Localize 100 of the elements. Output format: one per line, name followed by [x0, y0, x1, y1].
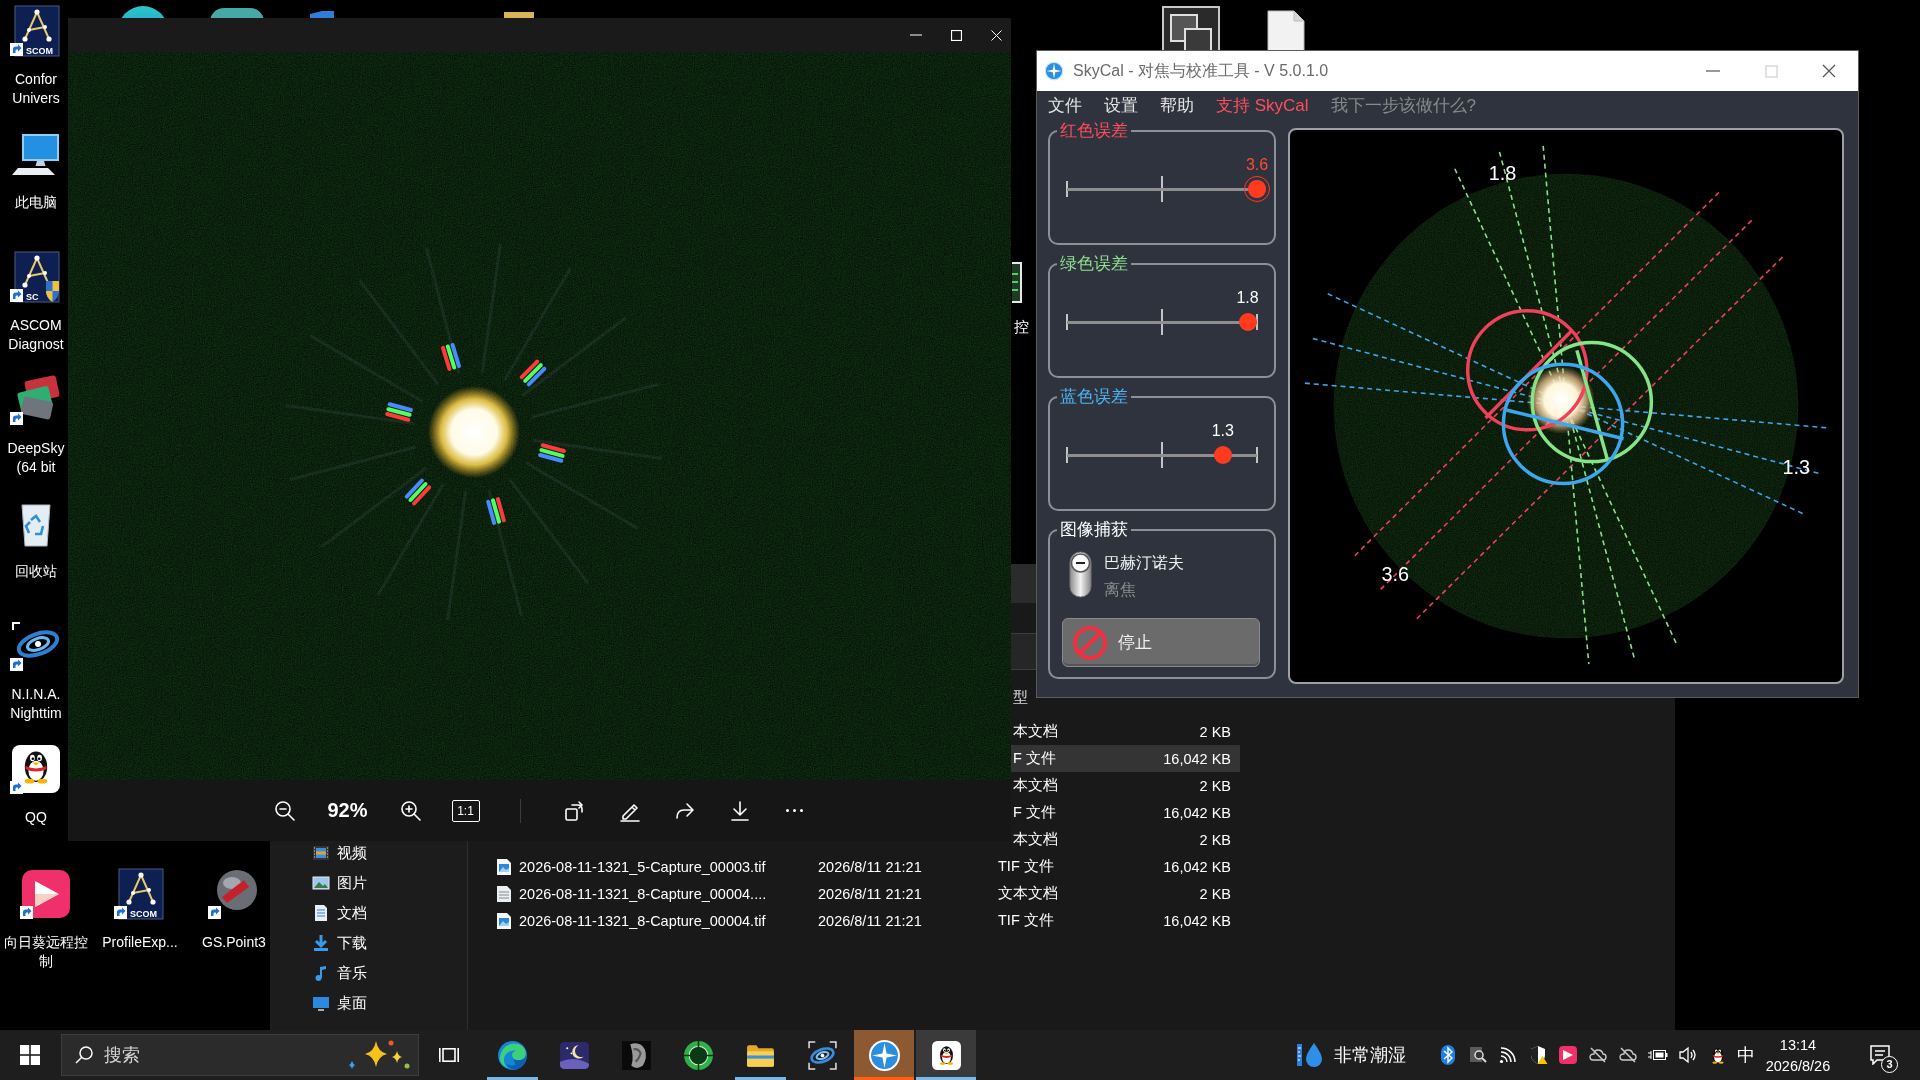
shortcut-arrow-icon	[10, 43, 23, 56]
wifi-icon[interactable]	[1498, 1045, 1518, 1065]
constellation-logo-icon[interactable]	[118, 868, 164, 920]
minimize-icon	[910, 34, 922, 36]
shortcut-arrow-icon	[10, 289, 23, 302]
desktop-icon-label: 回收站	[14, 562, 58, 581]
star-glow	[1527, 366, 1595, 434]
zoom-percentage[interactable]: 92%	[319, 799, 376, 822]
panel-icon[interactable]	[1012, 262, 1022, 303]
file-row[interactable]: 2026-08-11-1321_8-Capture_00004.tif 2026/8/11 21:21 TIF 文件 16,042 KB	[468, 907, 1240, 934]
file-name: 2026-08-11-1321_8-Capture_00004.tif	[519, 912, 767, 929]
input-method-indicator[interactable]: 中	[1733, 1043, 1758, 1067]
toggle-switch[interactable]	[1069, 551, 1092, 598]
panel-title: 红色误差	[1059, 121, 1129, 141]
slider-thumb[interactable]	[1244, 176, 1270, 202]
humidity-icon[interactable]	[1296, 1043, 1322, 1067]
computer-icon[interactable]	[12, 134, 59, 175]
monitor-icon	[312, 994, 330, 1012]
actual-size-button[interactable]: 1:1	[451, 799, 480, 822]
shield-warning-icon[interactable]	[1528, 1045, 1548, 1065]
minimize-icon	[1706, 70, 1720, 72]
menu-item[interactable]: 支持 SkyCal	[1216, 95, 1309, 117]
file-type: F 文件	[1012, 749, 1057, 768]
logo-text: SCOM	[130, 909, 157, 919]
framed-squares-icon[interactable]	[1162, 6, 1220, 50]
shield-icon	[46, 281, 59, 302]
slider-thumb[interactable]	[1238, 313, 1257, 331]
nav-item[interactable]: 图片	[312, 868, 374, 898]
stacked-cards-icon[interactable]	[16, 374, 60, 420]
task-view-icon	[439, 1048, 459, 1062]
window-text: 控	[1014, 317, 1029, 337]
desktop-icon-label: ASCOM Diagnost	[7, 316, 65, 354]
error-value: 1.3	[1782, 455, 1811, 478]
picture-icon	[312, 874, 330, 892]
mode-label: 离焦	[1104, 580, 1137, 600]
document-icon[interactable]	[1266, 10, 1306, 50]
search-input[interactable]: 搜索	[104, 1044, 340, 1066]
file-date: 2026/8/11 21:21	[818, 885, 923, 902]
nav-item[interactable]: 文档	[312, 898, 374, 928]
maximize-icon	[1764, 64, 1778, 78]
magnifier-icon[interactable]	[1468, 1045, 1488, 1065]
mode-label: 巴赫汀诺夫	[1104, 553, 1184, 573]
shortcut-arrow-icon	[20, 906, 33, 919]
shortcut-arrow-icon	[208, 906, 221, 919]
file-row[interactable]: F 文件 16,042 KB	[1011, 745, 1240, 772]
clock-date[interactable]: 2026/8/26	[1765, 1056, 1831, 1075]
nav-item[interactable]: 视频	[312, 838, 374, 868]
globe-icon[interactable]	[217, 870, 257, 910]
galaxy-icon[interactable]	[12, 622, 60, 658]
error-value: 1.8	[1488, 161, 1517, 184]
constellation-logo-icon[interactable]	[14, 5, 60, 57]
play-logo-icon[interactable]	[22, 870, 70, 918]
file-row[interactable]: 本文档 2 KB	[1011, 826, 1240, 853]
file-size: 16,042 KB	[1162, 750, 1231, 767]
cloud-off-icon[interactable]	[1618, 1045, 1638, 1065]
slider-value: 1.3	[1211, 421, 1234, 441]
stop-button[interactable]: 停止	[1062, 618, 1260, 667]
speaker-icon[interactable]	[1678, 1045, 1698, 1065]
recycle-bin-icon[interactable]	[21, 504, 51, 547]
slider-thumb[interactable]	[1213, 446, 1232, 464]
menu-item[interactable]: 我下一步该做什么?	[1330, 95, 1477, 117]
file-row[interactable]: 2026-08-11-1321_5-Capture_00003.tif 2026/8/11 21:21 TIF 文件 16,042 KB	[468, 853, 1240, 880]
file-type: 文本文档	[998, 884, 1059, 903]
weather-text[interactable]: 非常潮湿	[1334, 1043, 1406, 1067]
column-header[interactable]: 型	[1011, 687, 1028, 707]
file-size: 2 KB	[1198, 831, 1231, 848]
nav-item[interactable]: 桌面	[312, 988, 374, 1018]
desktop-icon-label: DeepSky (64 bit	[6, 439, 66, 477]
close-icon	[1822, 64, 1836, 78]
penguin-icon[interactable]	[12, 745, 60, 793]
clock-time[interactable]: 13:14	[1779, 1035, 1817, 1054]
file-row[interactable]: 2026-08-11-1321_8-Capture_00004.... 2026/8/11 21:21 文本文档 2 KB	[468, 880, 1240, 907]
file-row[interactable]: F 文件 16,042 KB	[1011, 799, 1240, 826]
slider-value: 1.8	[1236, 288, 1259, 308]
cloud-off-icon[interactable]	[1588, 1045, 1608, 1065]
shortcut-arrow-icon	[10, 412, 23, 425]
file-date: 2026/8/11 21:21	[818, 858, 923, 875]
app-logo-icon[interactable]	[1558, 1045, 1578, 1065]
file-row[interactable]: 本文档 2 KB	[1011, 718, 1240, 745]
menu-item[interactable]: 设置	[1104, 95, 1138, 117]
file-size: 2 KB	[1198, 777, 1231, 794]
bluetooth-icon[interactable]	[1438, 1045, 1458, 1065]
document-icon	[312, 904, 330, 922]
taskbar-app-button[interactable]	[916, 1030, 976, 1080]
more-icon	[786, 809, 803, 812]
menu-item[interactable]: 帮助	[1160, 95, 1194, 117]
count-badge: 3	[1881, 1056, 1898, 1073]
file-type: F 文件	[1012, 803, 1057, 822]
shortcut-arrow-icon	[10, 781, 23, 794]
nav-item[interactable]: 下载	[312, 928, 374, 958]
menu-item[interactable]: 文件	[1048, 95, 1082, 117]
notification-button[interactable]: 3	[1860, 1035, 1900, 1075]
nav-item[interactable]: 音乐	[312, 958, 374, 988]
taskbar-app-button[interactable]	[854, 1030, 914, 1080]
file-row[interactable]: 本文档 2 KB	[1011, 772, 1240, 799]
desktop-icon-label: 此电脑	[14, 193, 58, 212]
shortcut-arrow-icon	[10, 658, 23, 671]
desktop-icon-label: N.I.N.A. Nighttim	[9, 685, 63, 723]
search-field[interactable]: 搜索	[61, 1034, 419, 1076]
close-icon	[990, 29, 1002, 41]
